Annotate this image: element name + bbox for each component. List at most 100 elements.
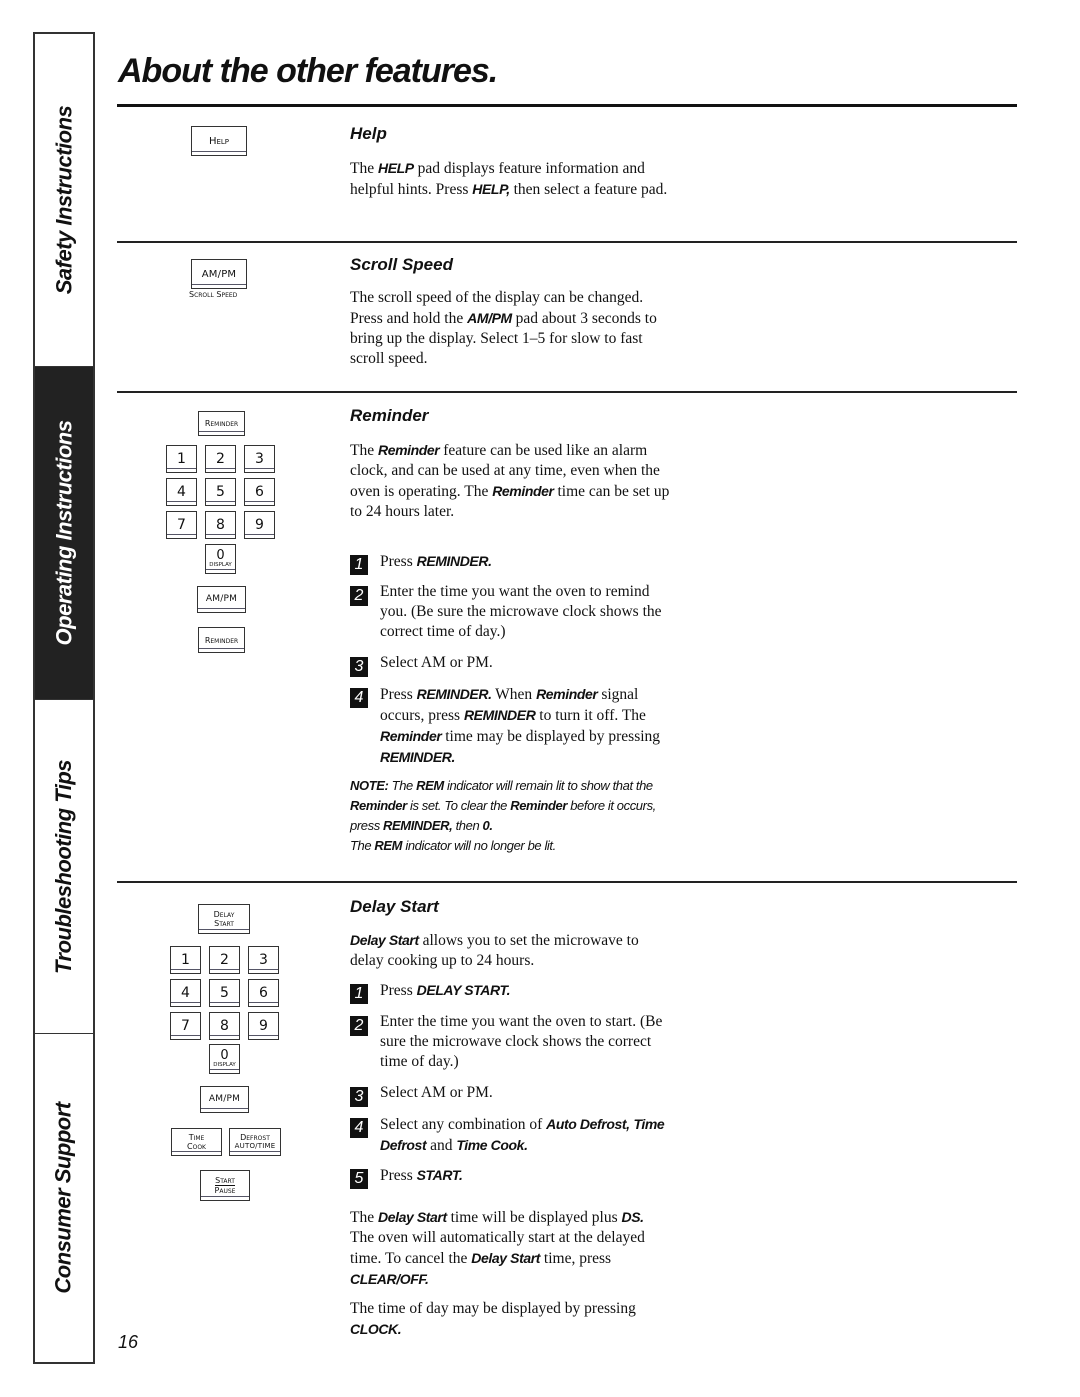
section-divider (117, 881, 1017, 883)
start-pause-key: Start Pause (200, 1170, 250, 1201)
digit-key: 5 (205, 478, 236, 506)
defrost-auto-time-key: Defrost AUTO/TIME (229, 1128, 281, 1156)
tab-label: Troubleshooting Tips (51, 759, 77, 974)
emphasis-text: REM (374, 838, 403, 853)
emphasis-text: REMINDER. (416, 553, 492, 569)
digit-label: 8 (220, 1018, 229, 1034)
step-text: Select any combination of Auto Defrost, … (380, 1116, 665, 1154)
emphasis-text: HELP (377, 160, 414, 176)
emphasis-text: REMINDER. (416, 686, 492, 702)
section-tabs: Safety Instructions Operating Instructio… (33, 32, 95, 1364)
step-number: 4 (350, 1118, 368, 1138)
section-divider (117, 241, 1017, 243)
digit-label: 1 (177, 451, 186, 467)
step-text: Press START. (380, 1167, 463, 1184)
digit-label: 6 (259, 985, 268, 1001)
reminder-step: 3 Select AM or PM. (350, 653, 680, 677)
reminder-key: Reminder (198, 627, 245, 653)
reminder-step: 2 Enter the time you want the oven to re… (350, 582, 680, 642)
digit-key: 8 (205, 511, 236, 539)
emphasis-text: REMINDER. (380, 749, 455, 765)
reminder-note: NOTE: The REM indicator will remain lit … (350, 778, 656, 853)
digit-key: 2 (209, 946, 240, 974)
step-number: 1 (350, 984, 368, 1004)
tab-troubleshooting-tips[interactable]: Troubleshooting Tips (35, 700, 93, 1034)
step-text: Enter the time you want the oven to star… (380, 1013, 663, 1070)
tab-label: Safety Instructions (51, 105, 77, 295)
digit-key: 6 (248, 979, 279, 1007)
digit-key: 7 (166, 511, 197, 539)
tab-operating-instructions[interactable]: Operating Instructions (35, 367, 93, 700)
emphasis-text: Reminder (380, 728, 442, 744)
emphasis-text: Time Cook. (456, 1137, 528, 1153)
tab-label: Operating Instructions (51, 420, 77, 646)
digit-label: 4 (181, 985, 190, 1001)
help-description: The HELP pad displays feature informatio… (350, 160, 668, 198)
tab-safety-instructions[interactable]: Safety Instructions (35, 34, 93, 367)
page-number: 16 (118, 1332, 139, 1352)
delay-start-description: Delay Start allows you to set the microw… (350, 932, 639, 969)
scroll-speed-heading: Scroll Speed (350, 255, 453, 274)
help-key: Help (191, 126, 247, 156)
emphasis-text: Delay Start (377, 1209, 447, 1225)
emphasis-text: Reminder (492, 483, 554, 499)
reminder-heading: Reminder (350, 406, 429, 425)
tab-consumer-support[interactable]: Consumer Support (35, 1034, 93, 1362)
digit-label: 7 (177, 517, 186, 533)
reminder-description: The Reminder feature can be used like an… (350, 442, 670, 520)
emphasis-text: DELAY START. (416, 982, 511, 998)
digit-label: 3 (255, 451, 264, 467)
step-number: 4 (350, 688, 368, 708)
delay-start-step: 1 Press DELAY START. (350, 980, 680, 1004)
reminder-key: Reminder (198, 411, 245, 436)
digit-label: 3 (259, 952, 268, 968)
page-title: About the other features. (118, 52, 498, 90)
digit-label: 9 (259, 1018, 268, 1034)
reminder-step: 1 Press REMINDER. (350, 551, 680, 575)
emphasis-text: Reminder (536, 686, 598, 702)
digit-label: 5 (220, 985, 229, 1001)
zero-display-key: 0 DISPLAY (209, 1044, 240, 1074)
digit-key: 4 (170, 979, 201, 1007)
step-number: 3 (350, 1087, 368, 1107)
digit-key: 7 (170, 1012, 201, 1040)
delay-start-step: 2 Enter the time you want the oven to st… (350, 1012, 680, 1072)
digit-key: 1 (170, 946, 201, 974)
emphasis-text: HELP, (472, 181, 510, 197)
emphasis-text: REMINDER, (383, 818, 453, 833)
scroll-speed-description: The scroll speed of the display can be c… (350, 289, 657, 367)
title-rule (117, 104, 1017, 107)
digit-key: 6 (244, 478, 275, 506)
delay-start-step: 5 Press START. (350, 1165, 680, 1189)
digit-key: 5 (209, 979, 240, 1007)
emphasis-text: REM (416, 778, 444, 793)
emphasis-text: Reminder (350, 798, 407, 813)
step-text: Enter the time you want the oven to remi… (380, 583, 662, 640)
help-heading: Help (350, 124, 387, 143)
emphasis-text: Reminder (510, 798, 567, 813)
step-number: 2 (350, 586, 368, 606)
emphasis-text: 0. (482, 818, 493, 833)
delay-start-step: 4 Select any combination of Auto Defrost… (350, 1114, 680, 1156)
digit-label: 5 (216, 484, 225, 500)
delay-start-key: Delay Start (198, 904, 250, 934)
emphasis-text: CLOCK. (350, 1321, 402, 1337)
digit-key: 1 (166, 445, 197, 473)
emphasis-text: NOTE: (350, 778, 389, 793)
digit-label: 1 (181, 952, 190, 968)
digit-key: 2 (205, 445, 236, 473)
step-number: 2 (350, 1016, 368, 1036)
step-text: Select AM or PM. (380, 654, 493, 671)
emphasis-text: Reminder (377, 442, 440, 458)
delay-start-display-info: The Delay Start time will be displayed p… (350, 1209, 645, 1287)
emphasis-text: DS. (621, 1209, 645, 1225)
digit-label: 6 (255, 484, 264, 500)
emphasis-text: Delay Start (350, 932, 419, 948)
step-text: Press REMINDER. (380, 553, 492, 570)
digit-key: 9 (248, 1012, 279, 1040)
zero-display-key: 0 DISPLAY (205, 544, 236, 574)
digit-key: 3 (248, 946, 279, 974)
step-number: 5 (350, 1169, 368, 1189)
digit-key: 8 (209, 1012, 240, 1040)
emphasis-text: REMINDER (463, 707, 536, 723)
